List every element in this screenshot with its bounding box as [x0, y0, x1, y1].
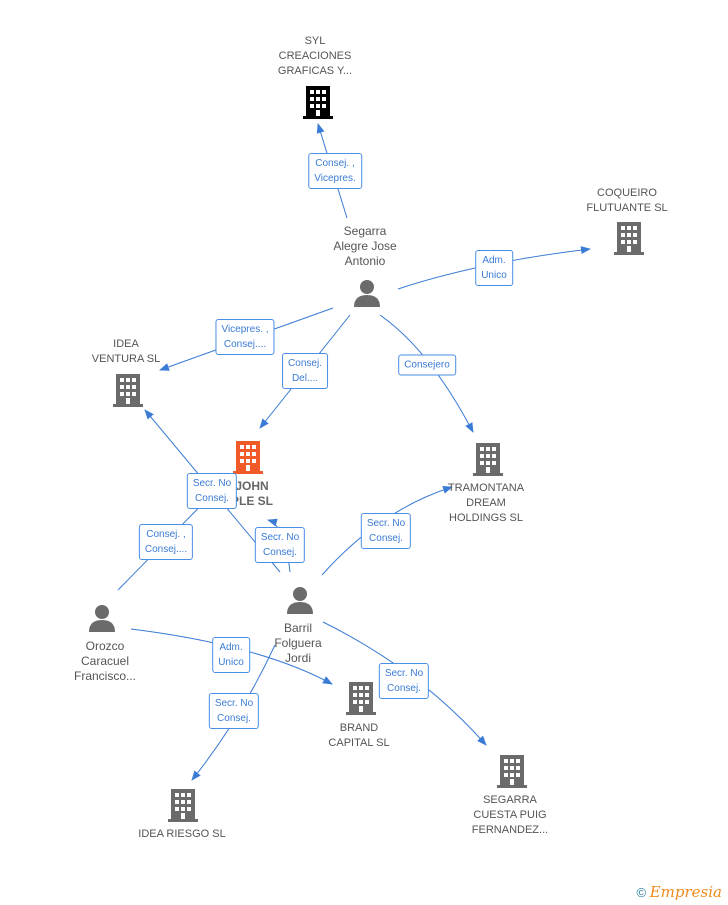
- label-line: IDEA: [113, 338, 139, 350]
- node-label-segarra-alegre[interactable]: Segarra Alegre Jose Antonio: [333, 224, 396, 269]
- brand-logo: Empresia: [649, 883, 722, 901]
- building-icon[interactable]: [473, 442, 503, 476]
- node-label-syl[interactable]: SYL CREACIONES GRAFICAS Y...: [278, 34, 352, 79]
- label-line: FLUTUANTE SL: [586, 202, 668, 214]
- building-icon[interactable]: [168, 788, 198, 822]
- node-label-tramontana[interactable]: TRAMONTANA DREAM HOLDINGS SL: [448, 481, 524, 526]
- label-line: DREAM: [466, 497, 506, 509]
- label-line: Segarra: [343, 224, 387, 238]
- label-line: CREACIONES: [278, 50, 352, 62]
- label-line: TRAMONTANA: [447, 482, 525, 494]
- label-line: Secr. No: [214, 698, 254, 709]
- label-line: BRAND: [339, 722, 379, 734]
- label-line: GRAFICAS Y...: [277, 65, 353, 77]
- label-line: Secr. No: [366, 518, 406, 529]
- node-label-coqueiro[interactable]: COQUEIRO FLUTUANTE SL: [586, 186, 667, 216]
- person-icon[interactable]: [353, 279, 381, 307]
- edge-label[interactable]: Secr. No Consej.: [360, 513, 412, 549]
- building-icon[interactable]: [346, 681, 376, 715]
- label-line: SEGARRA: [483, 794, 537, 806]
- label-line: Barril: [283, 621, 312, 635]
- label-line: Consej.: [369, 533, 403, 544]
- building-icon[interactable]: [113, 373, 143, 407]
- label-line: Consej....: [223, 339, 267, 350]
- footer-brand[interactable]: © Empresia: [637, 883, 722, 901]
- label-line: CUESTA PUIG: [473, 809, 547, 821]
- label-line: Secr. No: [384, 668, 424, 679]
- label-line: Alegre Jose: [333, 239, 397, 253]
- label-line: Folguera: [274, 636, 322, 650]
- label-line: Consejero: [404, 359, 450, 371]
- label-line: Orozco: [85, 639, 125, 653]
- label-line: Adm.: [482, 255, 506, 266]
- node-label-john[interactable]: JOHN PLE SL: [231, 479, 273, 509]
- edge-label[interactable]: Consej. , Consej....: [138, 524, 194, 560]
- label-line: FERNANDEZ...: [471, 824, 549, 836]
- label-line: PLE SL: [230, 494, 274, 508]
- label-line: HOLDINGS SL: [449, 512, 523, 524]
- node-label-idea-ventura[interactable]: IDEA VENTURA SL: [92, 337, 160, 367]
- edge-label[interactable]: Consej. Del....: [282, 353, 328, 389]
- edge-label[interactable]: Adm. Unico: [475, 250, 513, 286]
- label-line: Francisco...: [73, 669, 137, 683]
- label-line: Unico: [218, 657, 244, 668]
- label-line: Consej....: [144, 544, 188, 555]
- edge-label[interactable]: Secr. No Consej.: [378, 663, 430, 699]
- person-icon[interactable]: [88, 604, 116, 632]
- edge-label[interactable]: Vicepres. , Consej....: [215, 319, 275, 355]
- label-line: CAPITAL SL: [328, 737, 390, 749]
- label-line: Consej.: [387, 683, 421, 694]
- person-icon[interactable]: [286, 586, 314, 614]
- node-label-brand[interactable]: BRAND CAPITAL SL: [328, 721, 389, 751]
- edge-label[interactable]: Adm. Unico: [212, 637, 250, 673]
- copyright-icon: ©: [636, 885, 647, 900]
- edge-label[interactable]: Secr. No Consej.: [254, 527, 306, 563]
- label-line: Consej.: [288, 358, 322, 369]
- edge-label[interactable]: Consej. , Vicepres.: [308, 153, 362, 189]
- main-company-building-icon[interactable]: [233, 440, 263, 474]
- label-line: Antonio: [344, 254, 386, 268]
- label-line: Consej. ,: [146, 529, 186, 540]
- edges-layer: [117, 123, 591, 781]
- label-line: Unico: [481, 270, 507, 281]
- label-line: SYL: [304, 35, 326, 47]
- label-line: COQUEIRO: [597, 187, 657, 199]
- label-line: Vicepres.: [314, 173, 356, 184]
- node-label-barril[interactable]: Barril Folguera Jordi: [274, 621, 321, 666]
- label-line: JOHN: [235, 479, 269, 493]
- building-icon[interactable]: [497, 754, 527, 788]
- label-line: Adm.: [219, 642, 243, 653]
- label-line: Consej.: [263, 547, 297, 558]
- label-line: IDEA RIESGO SL: [138, 828, 226, 840]
- label-line: Consej. ,: [315, 158, 355, 169]
- node-label-orozco[interactable]: Orozco Caracuel Francisco...: [74, 639, 136, 684]
- label-line: Secr. No: [192, 478, 232, 489]
- label-line: Vicepres. ,: [221, 324, 269, 335]
- label-line: Del....: [291, 373, 319, 384]
- label-line: Jordi: [284, 651, 311, 665]
- label-line: Secr. No: [260, 532, 300, 543]
- building-icon[interactable]: [614, 221, 644, 255]
- label-line: Caracuel: [80, 654, 130, 668]
- edge-label[interactable]: Consejero: [398, 354, 456, 376]
- edge-label[interactable]: Secr. No Consej.: [186, 473, 238, 509]
- label-line: Consej.: [217, 713, 251, 724]
- label-line: VENTURA SL: [91, 353, 161, 365]
- node-label-segarra-cuesta[interactable]: SEGARRA CUESTA PUIG FERNANDEZ...: [472, 793, 548, 838]
- building-icon[interactable]: [303, 85, 333, 119]
- label-line: Consej.: [195, 493, 229, 504]
- node-label-idea-riesgo[interactable]: IDEA RIESGO SL: [138, 827, 225, 842]
- edge-label[interactable]: Secr. No Consej.: [208, 693, 260, 729]
